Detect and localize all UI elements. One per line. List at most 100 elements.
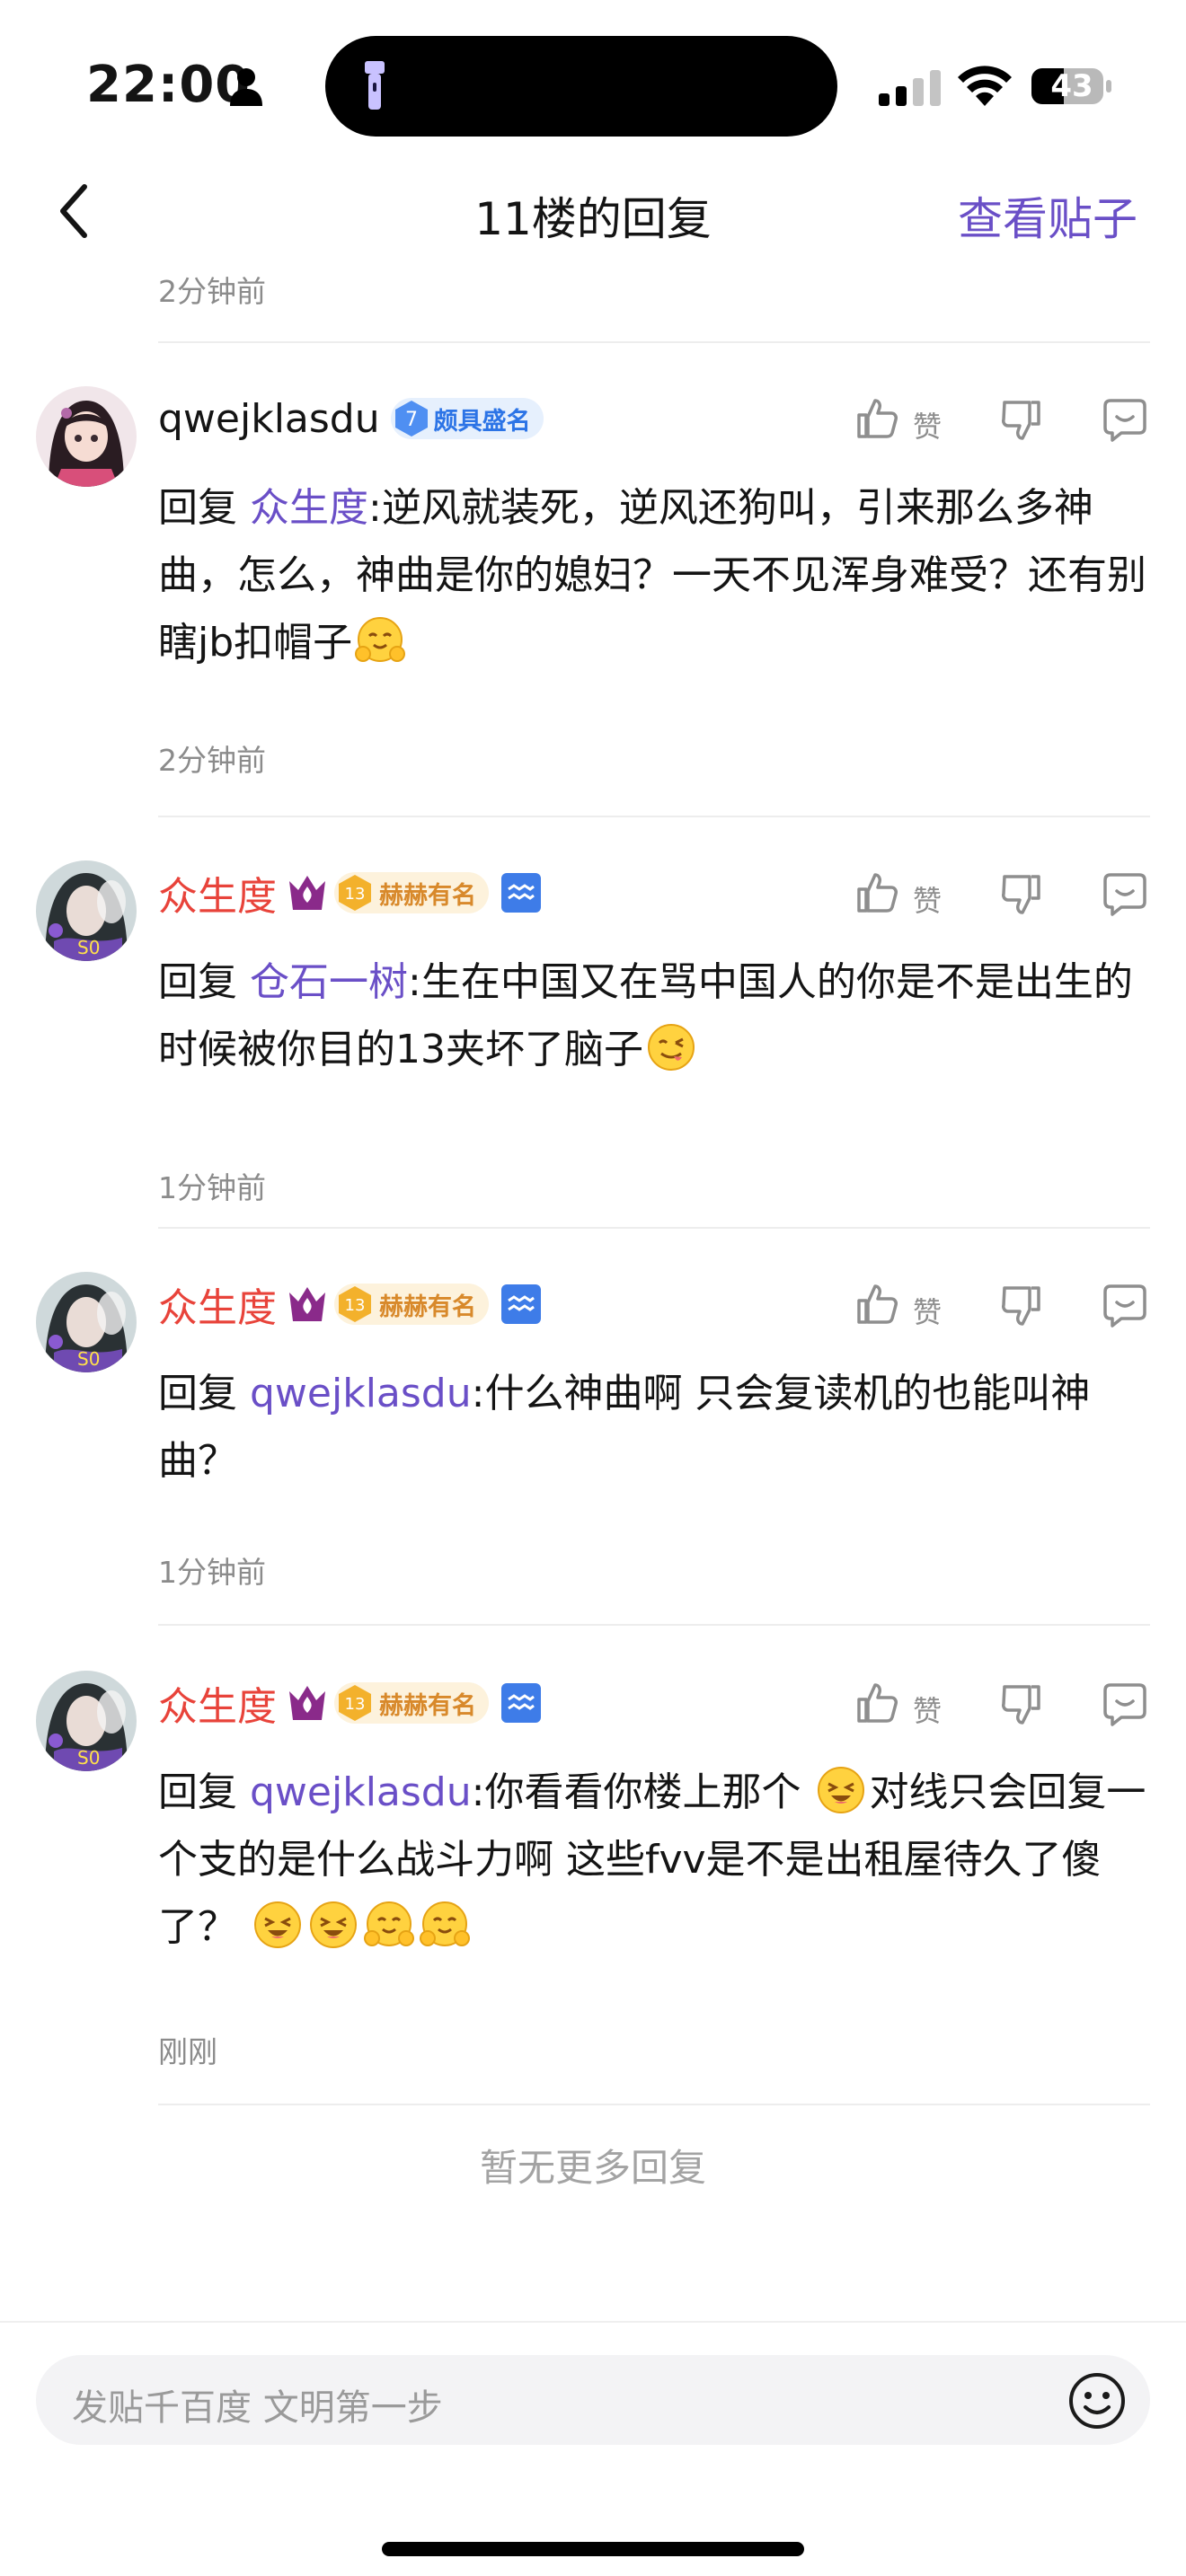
username[interactable]: 众生度 [158, 864, 277, 922]
aquarius-icon [501, 873, 541, 913]
aquarius-icon [501, 1284, 541, 1324]
reply-prefix: 回复 [158, 959, 237, 1005]
username[interactable]: qwejklasdu [158, 396, 380, 442]
timestamp: 刚刚 [158, 2034, 217, 2069]
comment-content: 回复 仓石一树:生在中国又在骂中国人的你是不是出生的时候被你目的13夹坏了脑子 [158, 948, 1155, 1083]
avatar[interactable]: S0 [36, 1272, 137, 1372]
thumbs-down-icon[interactable] [997, 1283, 1044, 1329]
crown-icon [289, 876, 325, 910]
like-label[interactable]: 赞 [913, 1290, 942, 1331]
thumbs-up-icon[interactable] [854, 1680, 900, 1726]
person-icon [230, 68, 262, 106]
name-row: 众生度 13 赫赫有名 [158, 866, 541, 920]
divider [158, 1624, 1150, 1626]
username[interactable]: 众生度 [158, 1275, 277, 1333]
svg-text:13: 13 [345, 1695, 366, 1714]
battery-level: 43 [1050, 68, 1093, 104]
reply-input-placeholder: 发贴千百度 文明第一步 [72, 2387, 443, 2429]
signal-icon [879, 70, 941, 106]
yum-emoji [643, 1019, 699, 1075]
thumbs-down-icon[interactable] [997, 397, 1044, 444]
avatar[interactable] [36, 386, 137, 487]
mention-link[interactable]: 众生度 [250, 485, 368, 531]
status-bar: 22:00 43 [0, 0, 1186, 171]
squint-emoji [250, 1897, 305, 1953]
level-title: 颇具盛名 [433, 407, 531, 436]
hug-emoji [361, 1897, 417, 1953]
username[interactable]: 众生度 [158, 1674, 277, 1732]
mention-link[interactable]: 仓石一树 [250, 959, 408, 1005]
divider [0, 2321, 1186, 2323]
comment-actions: 赞 [854, 1676, 1150, 1730]
no-more-replies: 暂无更多回复 [479, 2146, 706, 2190]
squint-emoji [305, 1897, 361, 1953]
aquarius-icon [501, 1683, 541, 1723]
reply-bubble-icon[interactable] [1102, 1281, 1148, 1328]
like-label[interactable]: 赞 [913, 1689, 942, 1730]
svg-text:13: 13 [345, 1296, 366, 1315]
comment-content: 回复 qwejklasdu:什么神曲啊 只会复读机的也能叫神曲？ [158, 1360, 1155, 1495]
comment-actions: 赞 [854, 392, 1150, 446]
comment-actions: 赞 [854, 866, 1150, 920]
divider [158, 341, 1150, 343]
flashlight-icon [365, 61, 385, 110]
level-13-icon: 13 [339, 1685, 371, 1721]
divider [158, 2104, 1150, 2105]
thumbs-up-icon[interactable] [854, 869, 900, 916]
crown-icon [289, 1686, 325, 1720]
mention-link[interactable]: qwejklasdu [250, 1371, 472, 1416]
thumbs-down-icon[interactable] [997, 1681, 1044, 1728]
hug-emoji [352, 613, 408, 668]
crown-icon [289, 1287, 325, 1321]
reply-prefix: 回复 [158, 1371, 237, 1416]
hug-emoji [417, 1897, 473, 1953]
divider [158, 816, 1150, 817]
comment-actions: 赞 [854, 1277, 1150, 1331]
like-label[interactable]: 赞 [913, 878, 942, 920]
reply-prefix: 回复 [158, 485, 237, 531]
svg-text:S0: S0 [77, 1348, 100, 1370]
wifi-icon [958, 66, 1012, 106]
svg-text:S0: S0 [77, 1747, 100, 1769]
level-13-icon: 13 [339, 875, 371, 911]
view-post-button[interactable]: 查看贴子 [958, 183, 1137, 248]
level-title: 赫赫有名 [379, 1292, 476, 1321]
reply-bubble-icon[interactable] [1102, 869, 1148, 916]
thumbs-up-icon[interactable] [854, 395, 900, 442]
level-badge: 13 赫赫有名 [334, 1284, 489, 1325]
avatar[interactable]: S0 [36, 860, 137, 961]
level-7-icon: 7 [394, 401, 428, 437]
thumbs-up-icon[interactable] [854, 1281, 900, 1328]
name-row: 众生度 13 赫赫有名 [158, 1277, 541, 1331]
avatar[interactable]: S0 [36, 1671, 137, 1771]
timestamp: 2分钟前 [158, 743, 266, 778]
home-indicator[interactable] [382, 2542, 804, 2556]
divider [158, 1227, 1150, 1229]
svg-text:S0: S0 [77, 937, 100, 958]
comment-content: 回复 众生度:逆风就装死，逆风还狗叫，引来那么多神曲，怎么，神曲是你的媳妇？一天… [158, 474, 1155, 676]
thumbs-down-icon[interactable] [997, 871, 1044, 918]
name-row: 众生度 13 赫赫有名 [158, 1676, 541, 1730]
mention-link[interactable]: qwejklasdu [250, 1769, 472, 1815]
comment-text: :你看看你楼上那个 [471, 1769, 814, 1815]
level-title: 赫赫有名 [379, 1691, 476, 1720]
level-badge: 7 颇具盛名 [390, 398, 544, 439]
timestamp: 1分钟前 [158, 1170, 266, 1205]
reply-prefix: 回复 [158, 1769, 237, 1815]
reply-bubble-icon[interactable] [1102, 1680, 1148, 1726]
dynamic-island [325, 36, 837, 137]
svg-text:7: 7 [405, 409, 418, 431]
status-time: 22:00 [86, 56, 252, 114]
reply-bubble-icon[interactable] [1102, 395, 1148, 442]
reply-input[interactable]: 发贴千百度 文明第一步 [36, 2355, 1150, 2445]
squint-emoji [813, 1762, 869, 1818]
timestamp: 1分钟前 [158, 1555, 266, 1590]
level-badge: 13 赫赫有名 [334, 872, 489, 913]
level-13-icon: 13 [339, 1286, 371, 1322]
timestamp: 2分钟前 [158, 274, 266, 309]
like-label[interactable]: 赞 [913, 404, 942, 446]
smile-icon[interactable] [1067, 2371, 1127, 2430]
comment-content: 回复 qwejklasdu:你看看你楼上那个 对线只会回复一个支的是什么战斗力啊… [158, 1759, 1155, 1961]
level-title: 赫赫有名 [379, 881, 476, 910]
svg-text:13: 13 [345, 885, 366, 904]
